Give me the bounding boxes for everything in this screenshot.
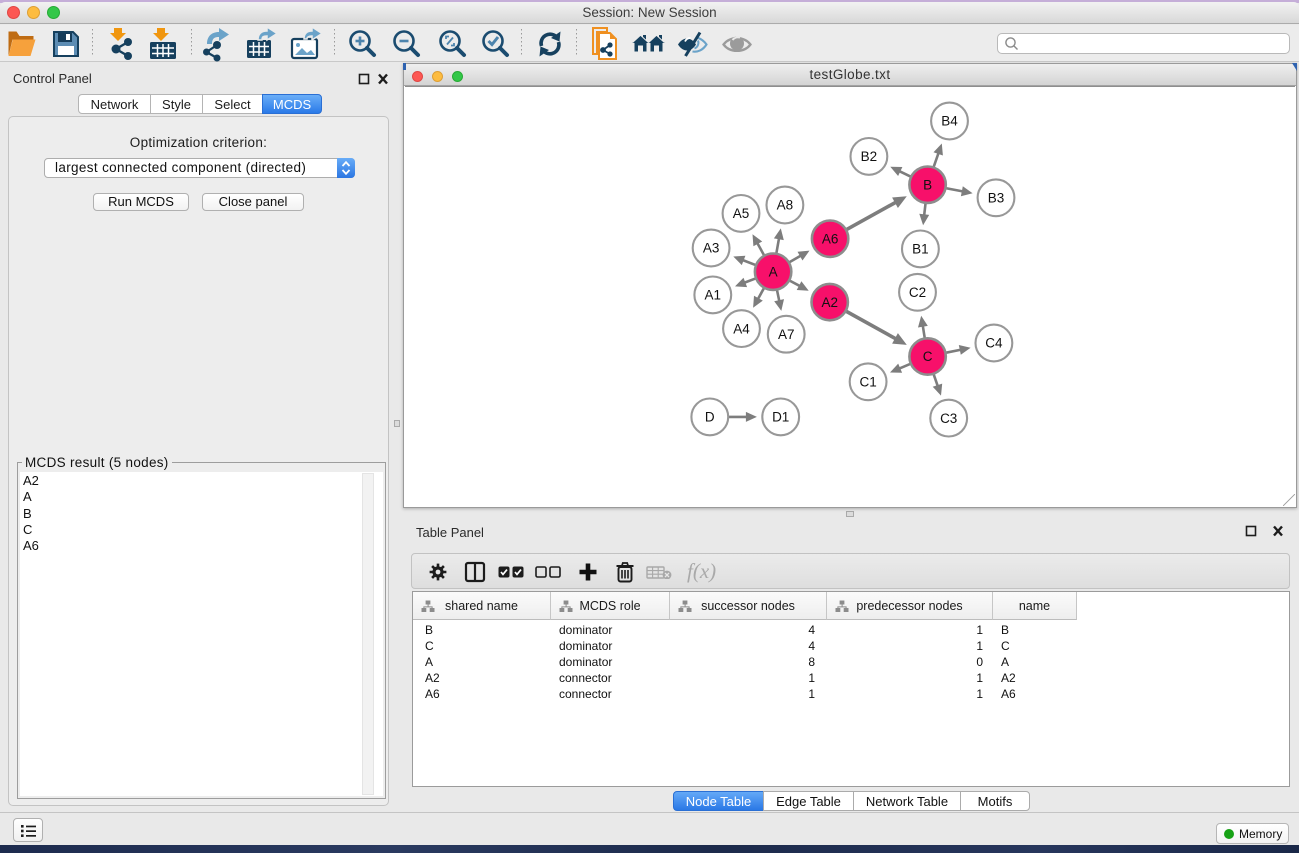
svg-text:C4: C4 bbox=[985, 336, 1003, 351]
svg-text:A3: A3 bbox=[703, 241, 720, 256]
svg-text:D1: D1 bbox=[772, 410, 789, 425]
svg-text:A7: A7 bbox=[778, 327, 795, 342]
svg-text:A4: A4 bbox=[733, 321, 750, 336]
svg-text:D: D bbox=[705, 410, 715, 425]
svg-text:C2: C2 bbox=[909, 285, 926, 300]
svg-text:A1: A1 bbox=[705, 288, 722, 303]
svg-text:B1: B1 bbox=[912, 242, 929, 257]
svg-text:B2: B2 bbox=[861, 149, 878, 164]
svg-text:A2: A2 bbox=[821, 295, 838, 310]
svg-text:C1: C1 bbox=[859, 375, 876, 390]
svg-text:B3: B3 bbox=[988, 191, 1005, 206]
svg-text:A: A bbox=[769, 264, 778, 279]
svg-text:B: B bbox=[923, 177, 932, 192]
svg-text:A5: A5 bbox=[733, 206, 750, 221]
svg-text:C3: C3 bbox=[940, 411, 957, 426]
svg-text:C: C bbox=[923, 349, 933, 364]
svg-text:B4: B4 bbox=[941, 114, 958, 129]
svg-text:A6: A6 bbox=[822, 231, 839, 246]
svg-text:A8: A8 bbox=[777, 198, 794, 213]
